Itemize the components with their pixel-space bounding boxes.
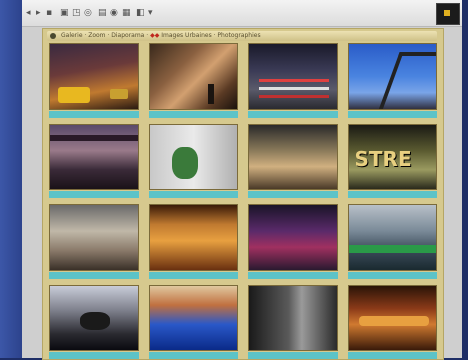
thumbnail-caption[interactable] bbox=[248, 191, 338, 198]
thumbnail-image[interactable] bbox=[148, 123, 238, 190]
thumbnail-street-sign[interactable] bbox=[347, 123, 437, 198]
thumbnail-cafe-interior[interactable] bbox=[49, 204, 139, 279]
thumbnail-caption[interactable] bbox=[148, 191, 238, 198]
thumbnail-caption[interactable] bbox=[148, 110, 238, 118]
header-text: Galerie · Zoom · Diaporama · bbox=[61, 32, 151, 39]
thumbnail-blue-light-walkway[interactable] bbox=[148, 284, 238, 359]
thumbnail-caption[interactable] bbox=[148, 271, 238, 279]
toolbar: ◂ ▸ ▪ ▣ ◳ ◎ ▤ ◉ ▦ ◧ ▾ bbox=[22, 0, 462, 27]
thumbnail-bridge-sky[interactable] bbox=[347, 43, 437, 118]
thumbnail-restaurant-bar[interactable] bbox=[347, 284, 437, 359]
thumbnail-image[interactable] bbox=[148, 284, 238, 351]
browser-window: ◂ ▸ ▪ ▣ ◳ ◎ ▤ ◉ ▦ ◧ ▾ Galerie · Zoom · D… bbox=[22, 0, 462, 360]
home-icon[interactable]: ◳ bbox=[72, 8, 81, 18]
thumbnail-city-window-view[interactable] bbox=[49, 123, 139, 198]
gallery-frame: Galerie · Zoom · Diaporama · ◆◆ Images U… bbox=[42, 28, 444, 360]
thumbnail-building-facade-trees[interactable] bbox=[148, 123, 238, 198]
thumbnail-image[interactable] bbox=[148, 43, 238, 110]
thumbnail-image[interactable] bbox=[347, 123, 437, 190]
thumbnail-grid bbox=[45, 43, 441, 359]
thumbnail-caption[interactable] bbox=[248, 271, 338, 279]
mail-icon[interactable]: ▦ bbox=[122, 8, 131, 18]
header-text-tail: Images Urbaines · Photographies bbox=[159, 32, 261, 39]
thumbnail-dark-alley[interactable] bbox=[248, 284, 338, 359]
bullet-icon bbox=[50, 33, 56, 39]
thumbnail-train-station[interactable] bbox=[347, 204, 437, 279]
thumbnail-caption[interactable] bbox=[248, 110, 338, 118]
thumbnail-caption[interactable] bbox=[49, 191, 139, 198]
chevron-down-icon[interactable]: ▾ bbox=[148, 8, 153, 18]
thumbnail-image[interactable] bbox=[49, 284, 139, 351]
thumbnail-caption[interactable] bbox=[347, 271, 437, 279]
thumbnail-image[interactable] bbox=[347, 284, 437, 351]
refresh-icon[interactable]: ▣ bbox=[60, 8, 69, 18]
thumbnail-image[interactable] bbox=[248, 204, 338, 271]
thumbnail-caption[interactable] bbox=[347, 110, 437, 118]
search-icon[interactable]: ◎ bbox=[84, 8, 92, 18]
favorites-icon[interactable]: ▤ bbox=[98, 8, 107, 18]
thumbnail-highway-traffic[interactable] bbox=[248, 43, 338, 118]
thumbnail-image[interactable] bbox=[148, 204, 238, 271]
forward-icon[interactable]: ▸ bbox=[36, 8, 41, 18]
thumbnail-image[interactable] bbox=[347, 204, 437, 271]
gallery-header: Galerie · Zoom · Diaporama · ◆◆ Images U… bbox=[47, 31, 437, 41]
thumbnail-image[interactable] bbox=[248, 284, 338, 351]
header-highlight: ◆◆ bbox=[150, 32, 160, 39]
back-icon[interactable]: ◂ bbox=[26, 8, 31, 18]
thumbnail-image[interactable] bbox=[248, 123, 338, 190]
thumbnail-pedestrian-street[interactable] bbox=[148, 43, 238, 118]
browser-logo-icon bbox=[436, 3, 460, 25]
thumbnail-arcade-machines[interactable] bbox=[248, 204, 338, 279]
thumbnail-image[interactable] bbox=[347, 43, 437, 110]
thumbnail-subway-platform[interactable] bbox=[248, 123, 338, 198]
thumbnail-image[interactable] bbox=[248, 43, 338, 110]
thumbnail-caption[interactable] bbox=[49, 271, 139, 279]
thumbnail-shop-lights[interactable] bbox=[148, 204, 238, 279]
stop-icon[interactable]: ▪ bbox=[46, 8, 52, 18]
history-icon[interactable]: ◉ bbox=[110, 8, 118, 18]
thumbnail-airplane-engine[interactable] bbox=[49, 284, 139, 359]
thumbnail-image[interactable] bbox=[49, 123, 139, 190]
thumbnail-caption[interactable] bbox=[49, 110, 139, 118]
thumbnail-taxis-at-night[interactable] bbox=[49, 43, 139, 118]
print-icon[interactable]: ◧ bbox=[136, 8, 145, 18]
thumbnail-image[interactable] bbox=[49, 204, 139, 271]
thumbnail-caption[interactable] bbox=[347, 191, 437, 198]
thumbnail-image[interactable] bbox=[49, 43, 139, 110]
